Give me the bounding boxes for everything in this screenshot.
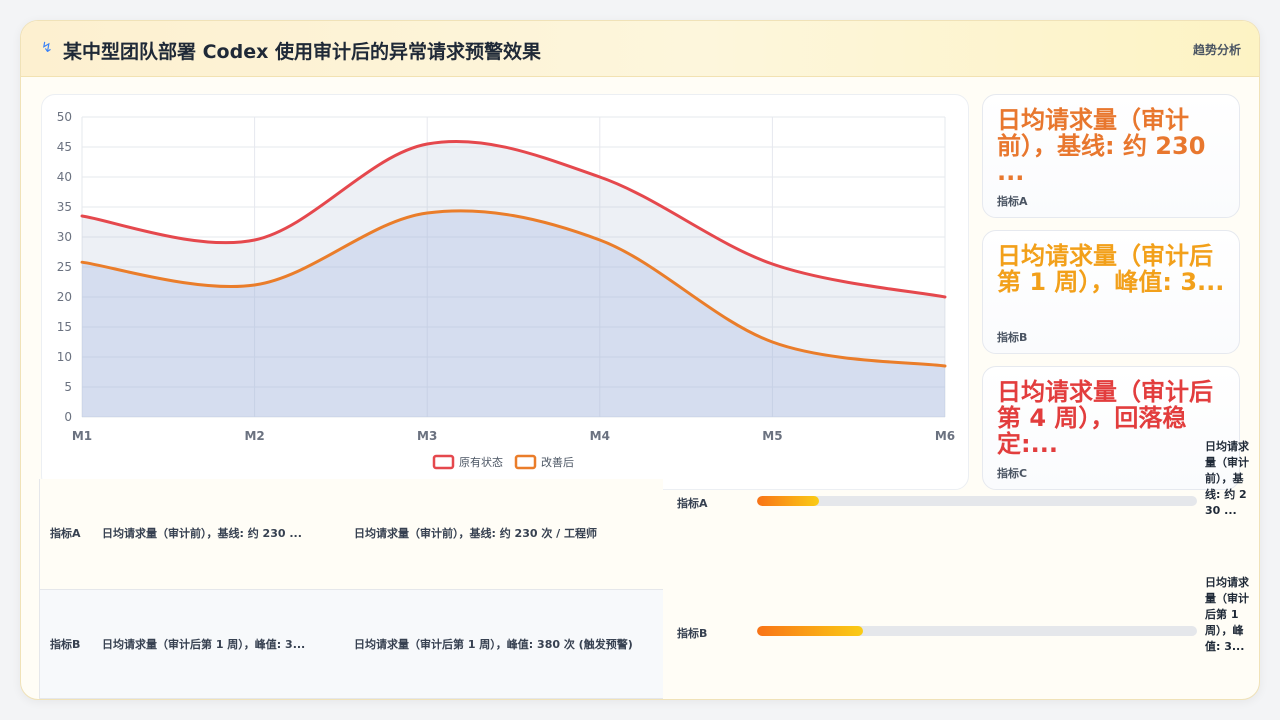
- progress-row-a[interactable]: 指标A 日均请求量（审计前），基线: 约 230 ...: [663, 435, 1259, 563]
- x-tick-label: M2: [244, 429, 264, 443]
- y-tick-label: 5: [64, 380, 72, 394]
- table-row[interactable]: 指标A 日均请求量（审计前），基线: 约 230 ... 日均请求量（审计前），…: [39, 479, 663, 589]
- table-cell-short: 日均请求量（审计后第 1 周），峰值: 3...: [102, 638, 306, 651]
- progress-track: [757, 626, 1197, 636]
- table-cell-label: 指标B: [50, 638, 81, 651]
- legend-label: 原有状态: [459, 455, 503, 469]
- header-bar: ↯ 某中型团队部署 Codex 使用审计后的异常请求预警效果 趋势分析: [21, 21, 1259, 77]
- trend-chart-card: 0 5 10 15 20 25 30 35 40 45 50 M1 M2 M3 M4 M5 M6 原有状态 改善后: [41, 94, 969, 490]
- legend-swatch: [514, 454, 537, 470]
- progress-fill: [757, 626, 863, 636]
- kpi-value: 日均请求量（审计前），基线: 约 230 ...: [997, 107, 1206, 185]
- y-tick-label: 45: [57, 140, 72, 154]
- page-title: 某中型团队部署 Codex 使用审计后的异常请求预警效果: [63, 41, 541, 63]
- trend-analysis-tag[interactable]: 趋势分析: [1193, 41, 1241, 58]
- y-tick-label: 50: [57, 110, 72, 124]
- progress-desc: 日均请求量（审计前），基线: 约 230 ...: [1205, 440, 1249, 517]
- x-tick-label: M1: [72, 429, 92, 443]
- y-tick-label: 30: [57, 230, 72, 244]
- kpi-card-a[interactable]: 日均请求量（审计前），基线: 约 230 ... 指标A: [982, 94, 1240, 218]
- x-tick-label: M3: [417, 429, 437, 443]
- legend-label: 改善后: [541, 455, 574, 469]
- y-tick-label: 25: [57, 260, 72, 274]
- y-tick-label: 40: [57, 170, 72, 184]
- table-cell-label: 指标A: [50, 527, 81, 540]
- x-tick-label: M4: [590, 429, 610, 443]
- progress-label: 指标B: [677, 627, 708, 640]
- table-cell-short: 日均请求量（审计前），基线: 约 230 ...: [102, 527, 302, 540]
- metrics-table: 指标A 日均请求量（审计前），基线: 约 230 ... 日均请求量（审计前），…: [39, 479, 663, 699]
- progress-bars: 指标A 日均请求量（审计前），基线: 约 230 ... 指标B 日均请求量（审…: [663, 435, 1259, 699]
- progress-desc: 日均请求量（审计后第 1 周），峰值: 3...: [1205, 576, 1249, 653]
- kpi-label: 指标B: [997, 331, 1028, 344]
- y-tick-label: 0: [64, 410, 72, 424]
- progress-fill: [757, 496, 819, 506]
- table-cell-full: 日均请求量（审计后第 1 周），峰值: 380 次 (触发预警): [354, 638, 633, 651]
- table-cell-full: 日均请求量（审计前），基线: 约 230 次 / 工程师: [354, 527, 598, 540]
- y-tick-label: 10: [57, 350, 72, 364]
- kpi-value: 日均请求量（审计后第 1 周），峰值: 3...: [997, 243, 1225, 295]
- progress-track: [757, 496, 1197, 506]
- progress-label: 指标A: [677, 497, 708, 510]
- lightning-icon: ↯: [41, 40, 53, 56]
- table-row[interactable]: 指标B 日均请求量（审计后第 1 周），峰值: 3... 日均请求量（审计后第 …: [39, 589, 663, 699]
- kpi-card-b[interactable]: 日均请求量（审计后第 1 周），峰值: 3... 指标B: [982, 230, 1240, 354]
- trend-chart: 05101520253035404550M1 M2 M3 M4 M5 M6原有状态 改善后: [57, 110, 955, 470]
- progress-row-b[interactable]: 指标B 日均请求量（审计后第 1 周），峰值: 3...: [663, 573, 1259, 699]
- dashboard-frame: ↯ 某中型团队部署 Codex 使用审计后的异常请求预警效果 趋势分析 0 5 10…: [20, 20, 1260, 700]
- legend-swatch: [432, 454, 455, 470]
- y-tick-label: 35: [57, 200, 72, 214]
- y-tick-label: 20: [57, 290, 72, 304]
- y-tick-label: 15: [57, 320, 72, 334]
- kpi-label: 指标A: [997, 195, 1028, 208]
